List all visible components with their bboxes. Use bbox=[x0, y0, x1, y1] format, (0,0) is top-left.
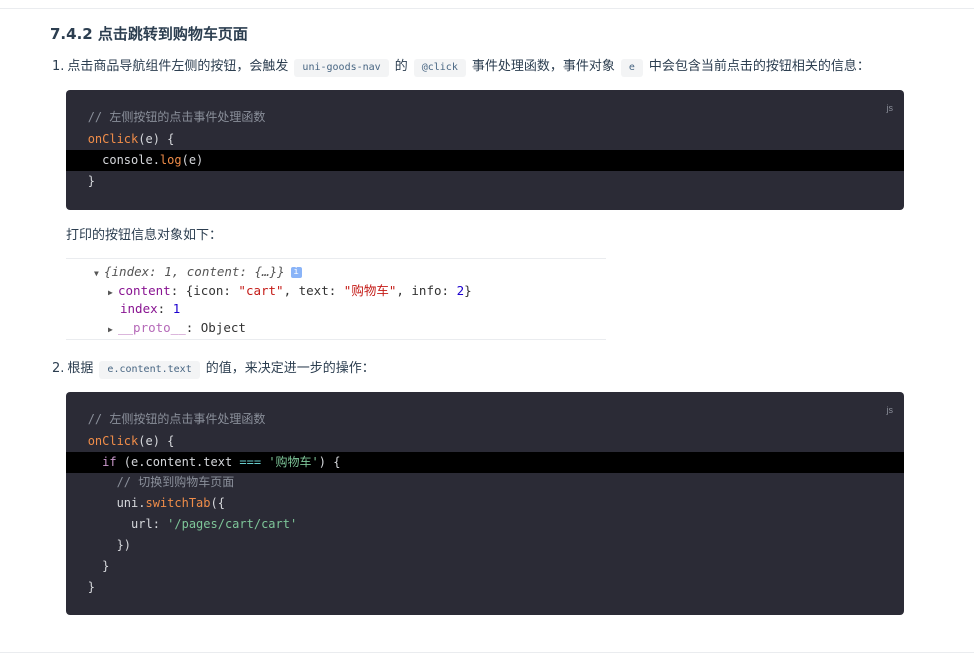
code-2-line-1: // 左侧按钮的点击事件处理函数 bbox=[66, 409, 904, 430]
code-2-fn-end-brace: } bbox=[87, 580, 95, 594]
console-summary-row[interactable]: ▼ {index: 1, content: {…}} i bbox=[94, 263, 302, 281]
code-2-line-9: } bbox=[66, 577, 904, 598]
section-heading: 7.4.2 点击跳转到购物车页面 bbox=[50, 25, 248, 43]
code-1-line-2: onClick(e) { bbox=[66, 129, 904, 150]
console-content-open: : {icon: bbox=[170, 283, 239, 298]
code-2-if-end-brace: } bbox=[102, 559, 110, 573]
code-1-fn-log: log bbox=[159, 153, 182, 167]
step-1-text-before: 点击商品导航组件左侧的按钮，会触发 bbox=[67, 59, 289, 74]
code-1-close-brace: } bbox=[87, 174, 95, 188]
console-content-mid: , text: bbox=[283, 283, 344, 298]
inline-code-goods-nav: uni-goods-nav bbox=[294, 59, 389, 77]
console-content-key: content bbox=[118, 283, 171, 298]
top-divider bbox=[0, 8, 974, 9]
code-2-line-5: uni.switchTab({ bbox=[66, 493, 904, 514]
code-2-switchtab-open: ({ bbox=[210, 496, 225, 510]
code-2-line-7: }) bbox=[66, 535, 904, 556]
code-2-fn-switchtab: switchTab bbox=[145, 496, 211, 510]
doc-page: 7.4.2 点击跳转到购物车页面 1. 点击商品导航组件左侧的按钮，会触发 uni-… bbox=[0, 0, 974, 655]
step-1-text-mid1: 的 bbox=[394, 59, 408, 74]
code-2-switchtab-close: }) bbox=[116, 538, 132, 552]
step-2-number: 2. bbox=[52, 361, 65, 376]
expanded-triangle-icon[interactable]: ▼ bbox=[94, 265, 104, 283]
code-2-if-close: ) { bbox=[318, 455, 341, 469]
code-2-switch-comment: // 切换到购物车页面 bbox=[116, 475, 235, 489]
code-2-comment: // 左侧按钮的点击事件处理函数 bbox=[87, 412, 266, 426]
code-1-line-3-rest: (e) bbox=[181, 153, 204, 167]
code-1-line-4: } bbox=[66, 171, 904, 192]
console-content-icon: "cart" bbox=[238, 283, 284, 298]
console-content-text: "购物车" bbox=[343, 283, 397, 298]
console-content-info: 2 bbox=[456, 283, 465, 298]
code-2-line-8: } bbox=[66, 556, 904, 577]
inline-code-e: e bbox=[620, 59, 643, 77]
console-content-mid2: , info: bbox=[396, 283, 457, 298]
console-index-row: index: 1 bbox=[120, 300, 180, 318]
step-2-text-after: 的值，来决定进一步的操作： bbox=[205, 361, 375, 376]
code-2-line-6: url: '/pages/cart/cart' bbox=[66, 514, 904, 535]
code-block-2: js // 左侧按钮的点击事件处理函数 onClick(e) { if (e.c… bbox=[66, 392, 904, 615]
print-label: 打印的按钮信息对象如下： bbox=[66, 228, 223, 243]
info-icon[interactable]: i bbox=[290, 267, 302, 278]
console-summary: {index: 1, content: {…}} bbox=[104, 264, 285, 279]
collapsed-triangle-icon[interactable]: ▶ bbox=[108, 284, 118, 302]
step-1-number: 1. bbox=[52, 59, 65, 74]
code-2-if-condition: (e.content.text bbox=[116, 455, 240, 469]
console-content-row[interactable]: ▶ content: {icon: "cart", text: "购物车", in… bbox=[108, 282, 472, 300]
console-index-value: 1 bbox=[172, 301, 181, 316]
code-2-operator: === bbox=[239, 455, 262, 469]
code-2-line-2: onClick(e) { bbox=[66, 431, 904, 452]
console-proto-row[interactable]: ▶ __proto__: Object bbox=[108, 319, 246, 337]
code-2-fn-onclick: onClick bbox=[87, 434, 139, 448]
console-content-close: } bbox=[464, 283, 472, 298]
console-output: ▼ {index: 1, content: {…}} i ▶ content: {ic… bbox=[66, 258, 606, 340]
step-2-text-before: 根据 bbox=[67, 361, 94, 376]
code-2-if-keyword: if bbox=[102, 455, 117, 469]
step-1-paragraph: 1. 点击商品导航组件左侧的按钮，会触发 uni-goods-nav 的 @click 事… bbox=[52, 57, 870, 77]
bottom-divider bbox=[0, 652, 974, 653]
console-index-key: index bbox=[120, 301, 158, 316]
code-block-1: js // 左侧按钮的点击事件处理函数 onClick(e) { console… bbox=[66, 90, 904, 210]
console-proto-key: __proto__ bbox=[118, 320, 186, 335]
code-1-line-1: // 左侧按钮的点击事件处理函数 bbox=[66, 107, 904, 128]
step-2-paragraph: 2. 根据 e.content.text 的值，来决定进一步的操作： bbox=[52, 359, 375, 379]
console-index-sep: : bbox=[157, 301, 173, 316]
code-1-console: console. bbox=[102, 153, 160, 167]
code-2-line-4: // 切换到购物车页面 bbox=[66, 472, 904, 493]
code-1-comment: // 左侧按钮的点击事件处理函数 bbox=[87, 110, 266, 124]
code-1-fn-onclick: onClick bbox=[87, 132, 139, 146]
step-1-text-after: 中会包含当前点击的按钮相关的信息： bbox=[648, 59, 870, 74]
code-1-line-3-highlighted: console.log(e) bbox=[66, 150, 904, 171]
code-2-line-3-highlighted: if (e.content.text === '购物车') { bbox=[66, 452, 904, 473]
code-2-uni: uni. bbox=[116, 496, 146, 510]
step-1-text-mid2: 事件处理函数，事件对象 bbox=[471, 59, 615, 74]
collapsed-triangle-icon[interactable]: ▶ bbox=[108, 321, 118, 339]
inline-code-click: @click bbox=[413, 59, 466, 77]
code-2-cart-string: '购物车' bbox=[261, 455, 319, 469]
inline-code-content-text: e.content.text bbox=[99, 361, 200, 379]
code-1-line-2-rest: (e) { bbox=[138, 132, 175, 146]
console-proto-value: : Object bbox=[185, 320, 246, 335]
code-2-url-key: url: bbox=[131, 517, 168, 531]
code-2-line-2-rest: (e) { bbox=[138, 434, 175, 448]
code-2-url-string: '/pages/cart/cart' bbox=[167, 517, 298, 531]
